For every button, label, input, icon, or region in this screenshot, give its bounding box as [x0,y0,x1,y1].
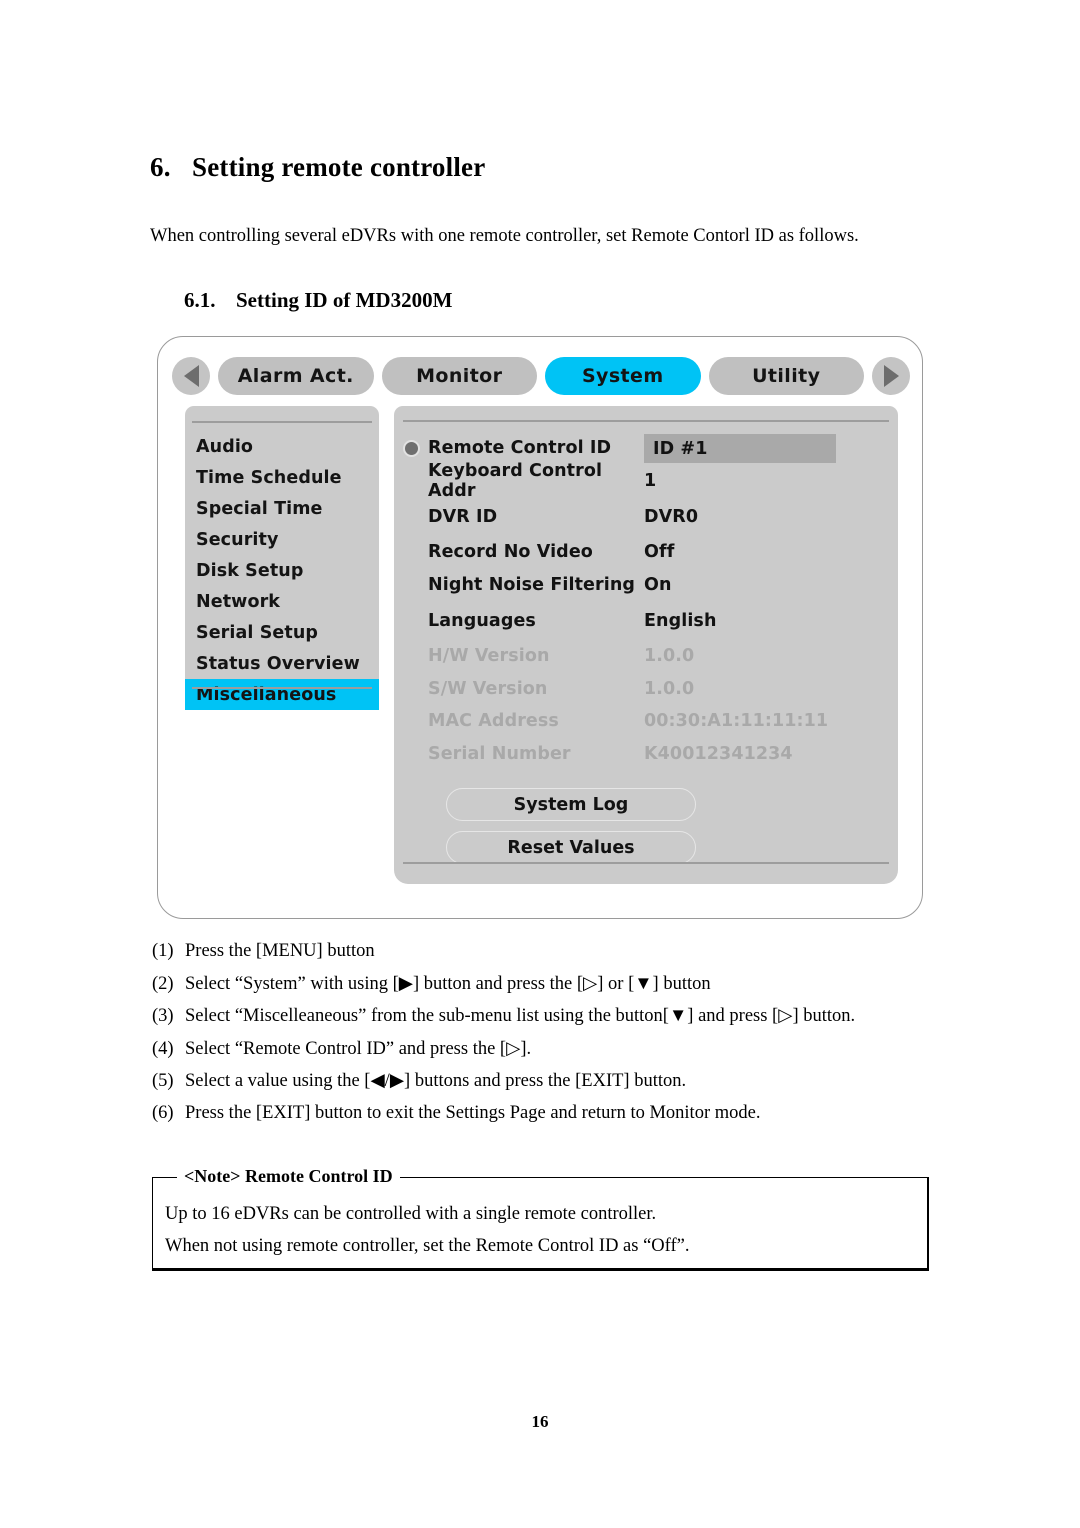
page-title: 6. Setting remote controller [150,152,485,183]
sidebar-item-network[interactable]: Network [185,586,379,617]
setting-label: MAC Address [428,711,559,732]
setting-label: S/W Version [428,678,548,699]
setting-row-record-no-video[interactable]: Record No Video Off [394,536,898,569]
setting-row-serial-number: Serial Number K40012341234 [394,738,898,771]
tab-utility[interactable]: Utility [708,357,864,395]
setting-label: Serial Number [428,743,571,764]
list-item: (5) Select a value using the [◀/▶] butto… [152,1070,952,1092]
list-item: (1) Press the [MENU] button [152,941,952,962]
sidebar-item-serial-setup[interactable]: Serial Setup [185,617,379,648]
tab-bar: Alarm Act. Monitor System Utility [172,356,910,396]
step-number: (1) [152,941,174,961]
list-item: (2) Select “System” with using [▶] butto… [152,973,952,995]
step-text: Press the [MENU] button [185,941,375,961]
setting-row-languages[interactable]: Languages English [394,601,898,640]
sidebar-item-special-time[interactable]: Special Time [185,493,379,524]
settings-panel: Remote Control ID ID #1 Keyboard Control… [394,406,898,884]
setting-value: 1 [644,470,657,491]
system-log-button[interactable]: System Log [446,788,696,821]
subsection-title: 6.1. Setting ID of MD3200M [184,288,452,313]
step-text: Select “Miscelleaneous” from the sub-men… [185,1006,856,1026]
sidebar: Audio Time Schedule Special Time Securit… [185,406,379,710]
selection-bullet-slot [394,439,428,457]
step-text: Select “System” with using [▶] button an… [185,973,711,994]
sidebar-footer-divider [192,687,372,689]
setting-value: 00:30:A1:11:11:11 [644,711,829,732]
setting-value: On [644,574,672,595]
setting-row-mac-address: MAC Address 00:30:A1:11:11:11 [394,705,898,738]
sidebar-list: Audio Time Schedule Special Time Securit… [185,423,379,710]
sidebar-item-security[interactable]: Security [185,524,379,555]
step-text: Select a value using the [◀/▶] buttons a… [185,1071,687,1091]
page-number: 16 [531,1412,549,1431]
setting-value: English [644,610,717,631]
sidebar-item-miscellaneous[interactable]: Miscellaneous [185,679,379,710]
settings-rows: Remote Control ID ID #1 Keyboard Control… [394,422,898,770]
step-number: (4) [152,1038,174,1059]
right-triangle-icon [883,365,899,387]
setting-row-dvr-id[interactable]: DVR ID DVR0 [394,497,898,536]
sidebar-item-status-overview[interactable]: Status Overview [185,648,379,679]
setting-value-highlight[interactable]: ID #1 [644,434,836,463]
setting-label: Keyboard Control Addr [428,460,603,501]
setting-value: 1.0.0 [644,646,695,667]
setting-label: DVR ID [428,506,498,527]
setting-label: Remote Control ID [428,438,612,459]
section-number: 6. [150,152,171,182]
settings-panel-footer-divider [403,862,889,864]
tab-system[interactable]: System [545,357,701,395]
dvr-settings-screen: Alarm Act. Monitor System Utility Audio … [157,336,923,919]
step-text: Select “Remote Control ID” and press the… [185,1038,532,1059]
settings-panel-header-divider [403,406,889,422]
setting-label: H/W Version [428,646,550,667]
list-item: (3) Select “Miscelleaneous” from the sub… [152,1005,952,1027]
selected-radio-icon [402,439,420,457]
tab-alarm-act[interactable]: Alarm Act. [218,357,374,395]
prev-page-button[interactable] [172,357,210,395]
tab-monitor[interactable]: Monitor [381,357,537,395]
left-triangle-icon [183,365,199,387]
setting-row-sw-version: S/W Version 1.0.0 [394,673,898,706]
setting-value: K40012341234 [644,743,793,764]
setting-label: Record No Video [428,542,593,563]
intro-paragraph: When controlling several eDVRs with one … [150,226,859,246]
next-page-button[interactable] [872,357,910,395]
note-box: <Note> Remote Control ID Up to 16 eDVRs … [152,1166,929,1271]
section-title: Setting remote controller [192,152,486,182]
setting-value: Off [644,542,675,563]
setting-row-remote-control-id[interactable]: Remote Control ID ID #1 [394,432,898,465]
step-number: (6) [152,1102,174,1123]
sidebar-item-audio[interactable]: Audio [185,431,379,462]
sidebar-item-time-schedule[interactable]: Time Schedule [185,462,379,493]
instruction-list: (1) Press the [MENU] button (2) Select “… [152,941,952,1134]
setting-row-hw-version: H/W Version 1.0.0 [394,640,898,673]
step-number: (3) [152,1006,174,1026]
setting-label: Languages [428,610,536,631]
list-item: (6) Press the [EXIT] button to exit the … [152,1103,952,1124]
setting-label: Night Noise Filtering [428,574,636,595]
document-page: 6. Setting remote controller When contro… [0,0,1080,1528]
setting-row-keyboard-control-addr[interactable]: Keyboard Control Addr 1 [394,461,898,501]
sidebar-header-divider [192,406,372,423]
step-number: (5) [152,1071,174,1091]
note-legend: <Note> Remote Control ID [177,1166,400,1187]
note-body: Up to 16 eDVRs can be controlled with a … [153,1178,927,1257]
subsection-title-text: Setting ID of MD3200M [236,288,453,312]
setting-value: ID #1 [653,438,708,459]
step-number: (2) [152,973,174,994]
reset-values-button[interactable]: Reset Values [446,831,696,864]
list-item: (4) Select “Remote Control ID” and press… [152,1038,952,1060]
subsection-number: 6.1. [184,288,216,312]
setting-row-night-noise-filtering[interactable]: Night Noise Filtering On [394,569,898,602]
setting-value: DVR0 [644,506,699,527]
sidebar-item-disk-setup[interactable]: Disk Setup [185,555,379,586]
note-line: When not using remote controller, set th… [165,1236,690,1256]
setting-value: 1.0.0 [644,678,695,699]
note-line: Up to 16 eDVRs can be controlled with a … [165,1204,657,1224]
step-text: Press the [EXIT] button to exit the Sett… [185,1102,761,1123]
